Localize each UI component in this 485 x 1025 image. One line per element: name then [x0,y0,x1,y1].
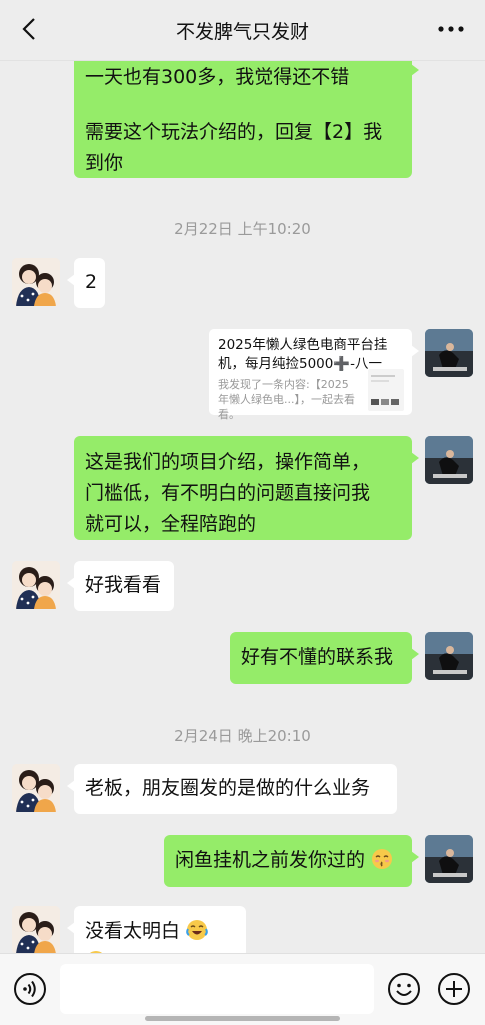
link-card[interactable]: 2025年懒人绿色电商平台挂机，每月纯捡5000➕-八一 我发现了一条内容:【2… [209,329,419,421]
avatar[interactable] [12,764,60,812]
message-text: 就可以，全程陪跑的 [85,513,257,535]
plus-button[interactable] [436,971,472,1007]
message-text: 老板，朋友圈发的是做的什么业务 [85,777,371,799]
message-bubble-outgoing[interactable]: 闲鱼挂机之前发你过的 [164,835,419,887]
avatar[interactable] [425,835,473,883]
avatar-image [425,436,473,484]
timestamp: 2月24日 晚上20:10 [174,727,311,745]
avatar[interactable] [425,329,473,377]
chat-area[interactable]: 一天也有300多，我觉得还不错 需要这个玩法介绍的，回复【2】我 到你 2月22… [0,60,485,953]
back-button[interactable] [14,14,44,44]
plus-icon [438,973,470,1005]
link-card-description: 我发现了一条内容:【2025年懒人绿色电...】，一起去看看。 [218,378,355,421]
avatar[interactable] [12,906,60,953]
message-text: 2 [85,271,98,293]
laugh-cry-emoji-icon [186,920,208,940]
avatar-image [12,764,60,812]
avatar-image [12,906,60,953]
message-bubble-incoming[interactable]: 老板，朋友圈发的是做的什么业务 [67,764,397,814]
avatar-image [425,329,473,377]
message-bubble-outgoing[interactable]: 这是我们的项目介绍，操作简单， 门槛低，有不明白的问题直接问我 就可以，全程陪跑… [74,436,419,540]
input-bar [0,953,485,1025]
avatar[interactable] [12,561,60,609]
message-text: 好有不懂的联系我 [241,646,394,668]
avatar-image [12,258,60,306]
message-bubble-incoming[interactable]: 好我看看 [67,561,174,611]
avatar-image [425,835,473,883]
message-text: 需要这个玩法介绍的，回复【2】我 [85,121,383,143]
message-text: 这是我们的项目介绍，操作简单， [85,451,371,473]
top-bar: 不发脾气只发财 [0,0,485,61]
more-button[interactable] [433,14,469,44]
message-text: 闲鱼挂机之前发你过的 [175,849,366,871]
smile-icon [388,973,420,1005]
link-card-thumbnail [368,369,404,411]
message-text: 门槛低，有不明白的问题直接问我 [85,482,371,504]
message-text: 没看太明白 [85,920,181,942]
kiss-emoji-icon [372,849,393,869]
avatar-image [12,561,60,609]
timestamp: 2月22日 上午10:20 [174,220,311,238]
avatar[interactable] [12,258,60,306]
message-text: 到你 [85,152,124,174]
message-text: 一天也有300多，我觉得还不错 [85,66,350,88]
message-bubble-outgoing[interactable]: 好有不懂的联系我 [230,632,419,684]
avatar-image [425,632,473,680]
message-text: 好我看看 [85,574,162,596]
emoji-button[interactable] [386,971,422,1007]
avatar[interactable] [425,632,473,680]
chevron-left-icon [22,18,35,40]
message-bubble-incoming[interactable]: 2 [67,258,105,308]
message-bubble-outgoing[interactable]: 一天也有300多，我觉得还不错 需要这个玩法介绍的，回复【2】我 到你 [74,60,419,178]
avatar[interactable] [425,436,473,484]
message-bubble-incoming[interactable]: 没看太明白 [67,906,246,953]
chat-title: 不发脾气只发财 [175,20,309,43]
home-indicator[interactable] [145,1016,340,1021]
message-input[interactable] [60,964,374,1014]
more-dots-icon [438,26,464,32]
voice-button[interactable] [12,971,48,1007]
voice-icon [14,973,46,1005]
